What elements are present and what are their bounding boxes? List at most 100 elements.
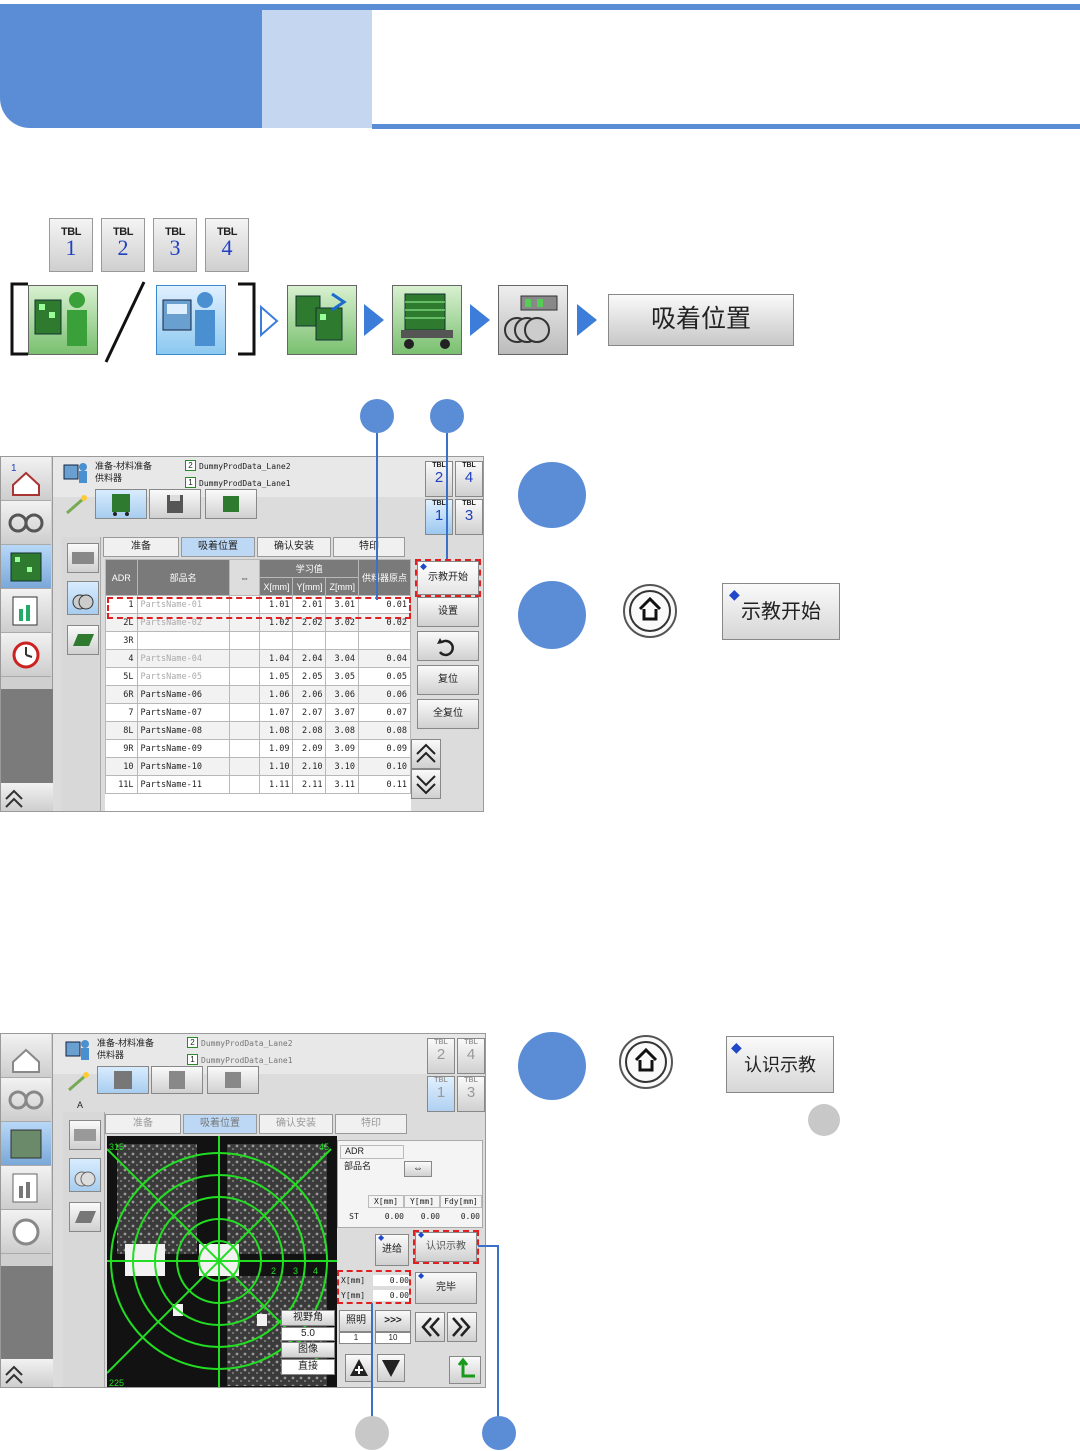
alarm-button[interactable] (1, 633, 51, 677)
swap-button[interactable]: ⇔ (228, 559, 261, 596)
sd-card-icon[interactable] (27, 1359, 53, 1387)
row-z: 3.06 (325, 685, 359, 704)
table-row[interactable]: 8L PartsName-08 1.08 2.08 3.08 0.08 (105, 721, 411, 740)
table-row[interactable]: 5L PartsName-05 1.05 2.05 3.05 0.05 (105, 667, 411, 686)
tab-pickup-position[interactable]: 吸着位置 (181, 537, 255, 557)
tbl-3-small-key[interactable]: TBL 3 (455, 499, 483, 535)
arrow-icon (470, 304, 490, 336)
setup-button[interactable] (1, 1122, 51, 1166)
shift-key-icon[interactable] (612, 1034, 680, 1095)
feeder-reel-icon[interactable] (498, 285, 568, 355)
tbl-4-small-key[interactable]: TBL 4 (455, 461, 483, 497)
alarm-button[interactable] (1, 1210, 51, 1254)
operator-machine-icon (63, 461, 89, 486)
tab-confirm-mount[interactable]: 确认安装 (259, 1114, 333, 1134)
tbl-1-key[interactable]: TBL 1 (49, 218, 93, 272)
header-line1: 准备-材料准备 (95, 461, 152, 471)
tab-special[interactable]: 特印 (333, 537, 405, 557)
tbl-2-key[interactable]: TBL 2 (101, 218, 145, 272)
nozzle-button[interactable] (205, 489, 257, 519)
feeder-cart-icon[interactable] (392, 285, 462, 355)
image-value[interactable]: 直接 (281, 1359, 335, 1375)
shift-key-icon[interactable] (616, 583, 684, 644)
feeder-tab-button[interactable] (95, 489, 147, 519)
report-button[interactable] (1, 1166, 51, 1210)
save-button[interactable] (151, 1066, 203, 1094)
table-row[interactable]: 10 PartsName-10 1.10 2.10 3.10 0.10 (105, 757, 411, 776)
tbl-2-small-key[interactable]: TBL 2 (425, 461, 453, 497)
tray-icon[interactable] (67, 625, 99, 655)
tbl-3-key[interactable]: TBL 3 (153, 218, 197, 272)
tbl-1-small-key[interactable]: TBL 1 (425, 499, 453, 535)
light-value[interactable]: 1 (339, 1332, 373, 1344)
feed-button[interactable]: ◆ 进给 (375, 1233, 409, 1266)
plus-up-icon[interactable] (345, 1354, 373, 1382)
report-button[interactable] (1, 589, 51, 633)
tray-icon[interactable] (69, 1202, 101, 1232)
callout-marker (360, 399, 394, 433)
page-down-icon[interactable] (411, 769, 441, 799)
down-icon[interactable] (377, 1354, 405, 1382)
feeder-list-icon[interactable] (67, 543, 99, 573)
tbl-4-small-key[interactable]: TBL 4 (457, 1038, 485, 1074)
recognition-teach-step-button[interactable]: ◆ 认识示教 (726, 1036, 834, 1093)
view-angle-value[interactable]: 5.0 (281, 1327, 335, 1341)
setup-button[interactable] (1, 545, 51, 589)
feeder-tab-button[interactable] (97, 1066, 149, 1094)
feeder-list-icon[interactable] (69, 1120, 101, 1150)
home-button[interactable]: 1 (1, 457, 51, 501)
swap-button[interactable]: ⇔ (404, 1161, 432, 1177)
tbl-1-small-key[interactable]: TBL 1 (427, 1076, 455, 1112)
teach-start-step-button[interactable]: ◆ 示教开始 (722, 583, 840, 640)
step-size-button[interactable]: >>> (375, 1310, 411, 1332)
highlight-row (107, 597, 411, 619)
row-origin: 0.10 (357, 757, 411, 776)
view-angle-label: 视野角 (281, 1310, 335, 1326)
table-row[interactable]: 6R PartsName-06 1.06 2.06 3.06 0.06 (105, 685, 411, 704)
operator-board-icon[interactable] (28, 285, 98, 355)
row-z: 3.04 (325, 649, 359, 668)
finish-button[interactable]: ◆ 完毕 (415, 1271, 477, 1304)
return-icon[interactable] (449, 1356, 481, 1384)
table-row[interactable]: 4 PartsName-04 1.04 2.04 3.04 0.04 (105, 649, 411, 668)
table-row[interactable]: 11L PartsName-11 1.11 2.11 3.11 0.11 (105, 775, 411, 794)
next-icon[interactable] (447, 1312, 477, 1342)
table-row[interactable]: 3R (105, 631, 411, 650)
tbl-2-small-key[interactable]: TBL 2 (427, 1038, 455, 1074)
step-size-value[interactable]: 10 (375, 1332, 411, 1344)
table-row[interactable]: 9R PartsName-09 1.09 2.09 3.09 0.09 (105, 739, 411, 758)
tab-prepare[interactable]: 准备 (103, 537, 179, 557)
tbl-3-small-key[interactable]: TBL 3 (457, 1076, 485, 1112)
row-adr: 10 (105, 757, 138, 776)
prev-icon[interactable] (415, 1312, 445, 1342)
feeder-reel-tab-icon[interactable] (67, 581, 99, 615)
table-row[interactable]: 7 PartsName-07 1.07 2.07 3.07 0.07 (105, 703, 411, 722)
feeder-reel-tab-icon[interactable] (69, 1158, 101, 1192)
row-origin: 0.04 (357, 649, 411, 668)
machine-button[interactable] (1, 1078, 51, 1122)
tab-special[interactable]: 特印 (335, 1114, 407, 1134)
tbl-4-key[interactable]: TBL 4 (205, 218, 249, 272)
setting-button[interactable]: 设置 (417, 597, 479, 627)
tab-prepare[interactable]: 准备 (105, 1114, 181, 1134)
machine-button[interactable] (1, 501, 51, 545)
refresh-icon[interactable] (417, 631, 479, 661)
sd-card-icon[interactable] (27, 783, 53, 811)
wand-icon[interactable] (63, 493, 89, 520)
double-up-icon[interactable] (1, 783, 27, 811)
nozzle-button[interactable] (207, 1066, 259, 1094)
page-up-icon[interactable] (411, 739, 441, 769)
wand-icon[interactable] (65, 1070, 91, 1097)
tab-confirm-mount[interactable]: 确认安装 (257, 537, 331, 557)
tab-pickup-position[interactable]: 吸着位置 (183, 1114, 257, 1134)
reset-all-button[interactable]: 全复位 (417, 699, 479, 729)
double-up-icon[interactable] (1, 1359, 27, 1387)
reset-button[interactable]: 复位 (417, 665, 479, 695)
info-st-label: ST (349, 1212, 359, 1221)
pickup-position-button[interactable]: 吸着位置 (608, 294, 794, 346)
board-data-icon[interactable] (287, 285, 357, 355)
home-button[interactable] (1, 1034, 51, 1078)
save-button[interactable] (149, 489, 201, 519)
row-swap (228, 631, 261, 650)
operator-machine-icon[interactable] (156, 285, 226, 355)
